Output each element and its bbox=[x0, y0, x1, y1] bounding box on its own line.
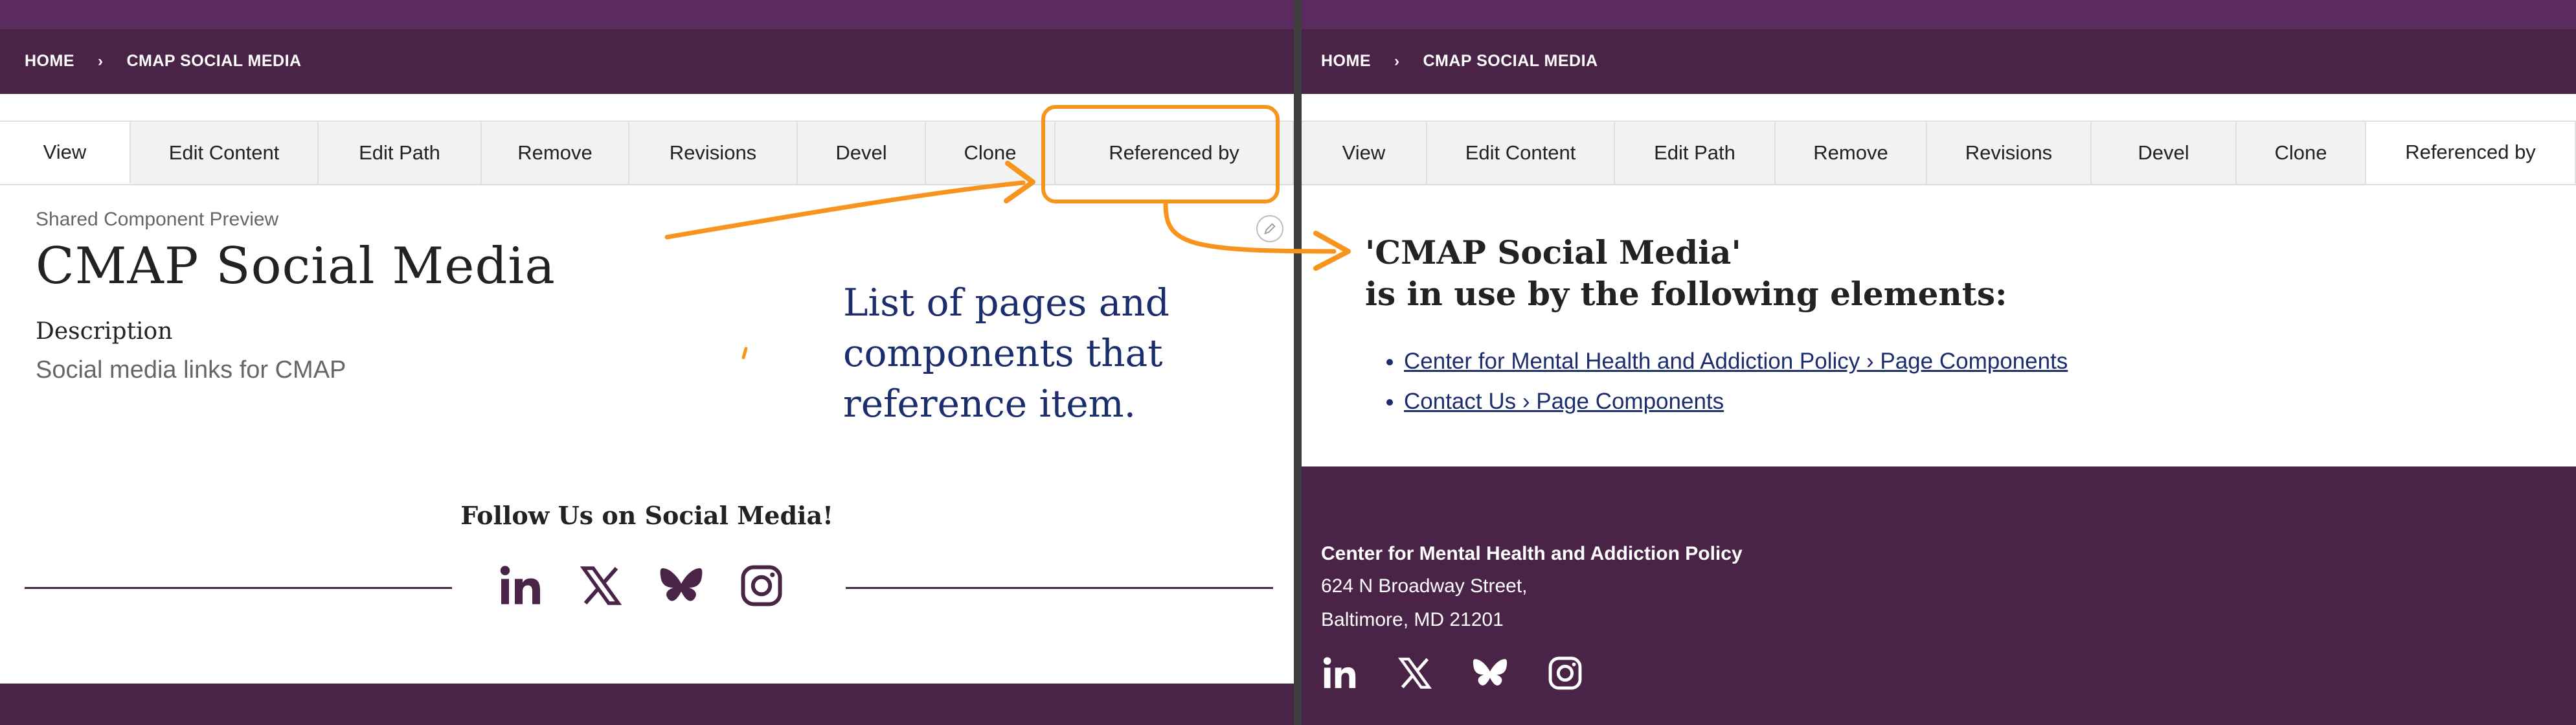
references-heading-subtitle: is in use by the following elements: bbox=[1365, 275, 2007, 313]
x-icon[interactable] bbox=[1396, 654, 1434, 692]
tab-edit-path[interactable]: Edit Path bbox=[1615, 121, 1776, 184]
instagram-icon[interactable] bbox=[738, 562, 785, 609]
reference-link[interactable]: Center for Mental Health and Addiction P… bbox=[1404, 349, 2068, 374]
breadcrumb: HOME › CMAP SOCIAL MEDIA bbox=[1321, 52, 1598, 71]
tab-clone[interactable]: Clone bbox=[2237, 121, 2366, 184]
site-footer: Center for Mental Health and Addiction P… bbox=[1302, 466, 2576, 725]
linkedin-icon[interactable] bbox=[1321, 654, 1359, 692]
list-item: Contact Us › Page Components bbox=[1404, 382, 2068, 422]
breadcrumb-current: CMAP SOCIAL MEDIA bbox=[126, 52, 302, 70]
tab-clone[interactable]: Clone bbox=[926, 121, 1056, 184]
tab-referenced-by[interactable]: Referenced by bbox=[2366, 121, 2576, 184]
tab-view[interactable]: View bbox=[0, 121, 131, 184]
x-icon[interactable] bbox=[578, 562, 624, 609]
tab-edit-path[interactable]: Edit Path bbox=[319, 121, 482, 184]
annotation-line: components that bbox=[843, 331, 1163, 375]
instagram-icon[interactable] bbox=[1546, 654, 1584, 692]
social-links bbox=[497, 562, 785, 609]
tab-revisions[interactable]: Revisions bbox=[1927, 121, 2092, 184]
divider-left bbox=[25, 587, 452, 589]
breadcrumb: HOME › CMAP SOCIAL MEDIA bbox=[25, 52, 302, 71]
footer-social-links bbox=[1321, 654, 1584, 692]
divider-right bbox=[846, 587, 1273, 589]
pencil-icon[interactable] bbox=[1256, 215, 1283, 242]
tab-remove[interactable]: Remove bbox=[482, 121, 629, 184]
preview-label: Shared Component Preview bbox=[36, 209, 279, 230]
annotation-line: List of pages and bbox=[843, 281, 1169, 325]
description-label: Description bbox=[36, 318, 173, 345]
right-pane: HOME › CMAP SOCIAL MEDIA View Edit Conte… bbox=[1302, 0, 2576, 725]
annotation-note: List of pages and components that refere… bbox=[843, 277, 1169, 429]
tab-remove[interactable]: Remove bbox=[1776, 121, 1927, 184]
tab-devel[interactable]: Devel bbox=[798, 121, 926, 184]
top-strip bbox=[0, 0, 1294, 29]
tab-edit-content[interactable]: Edit Content bbox=[131, 121, 319, 184]
tab-revisions[interactable]: Revisions bbox=[629, 121, 798, 184]
tab-view[interactable]: View bbox=[1302, 121, 1427, 184]
references-heading: 'CMAP Social Media' is in use by the fol… bbox=[1365, 232, 2007, 315]
reference-link[interactable]: Contact Us › Page Components bbox=[1404, 389, 1724, 414]
breadcrumb-home[interactable]: HOME bbox=[1321, 52, 1371, 71]
linkedin-icon[interactable] bbox=[497, 562, 544, 609]
top-strip bbox=[1302, 0, 2576, 29]
breadcrumb-separator: › bbox=[98, 52, 104, 70]
references-heading-title: 'CMAP Social Media' bbox=[1365, 233, 1741, 271]
follow-title: Follow Us on Social Media! bbox=[460, 501, 833, 530]
list-item: Center for Mental Health and Addiction P… bbox=[1404, 341, 2068, 382]
tab-devel[interactable]: Devel bbox=[2092, 121, 2237, 184]
footer-org-name: Center for Mental Health and Addiction P… bbox=[1321, 543, 1743, 564]
bluesky-icon[interactable] bbox=[658, 562, 705, 609]
referenced-by-highlight bbox=[1041, 105, 1280, 203]
pane-divider bbox=[1294, 0, 1302, 725]
tab-edit-content[interactable]: Edit Content bbox=[1427, 121, 1615, 184]
breadcrumb-current: CMAP SOCIAL MEDIA bbox=[1423, 52, 1598, 70]
breadcrumb-separator: › bbox=[1394, 52, 1400, 70]
page-title: CMAP Social Media bbox=[36, 237, 556, 295]
tab-bar: View Edit Content Edit Path Remove Revis… bbox=[1302, 121, 2576, 185]
footer-strip bbox=[0, 684, 1294, 725]
bluesky-icon[interactable] bbox=[1471, 654, 1509, 692]
annotation-line: reference item. bbox=[843, 382, 1136, 426]
footer-address-line2: Baltimore, MD 21201 bbox=[1321, 609, 1504, 630]
description-value: Social media links for CMAP bbox=[36, 356, 346, 384]
footer-address-line1: 624 N Broadway Street, bbox=[1321, 575, 1528, 597]
references-list: Center for Mental Health and Addiction P… bbox=[1382, 341, 2068, 422]
breadcrumb-home[interactable]: HOME bbox=[25, 52, 74, 71]
